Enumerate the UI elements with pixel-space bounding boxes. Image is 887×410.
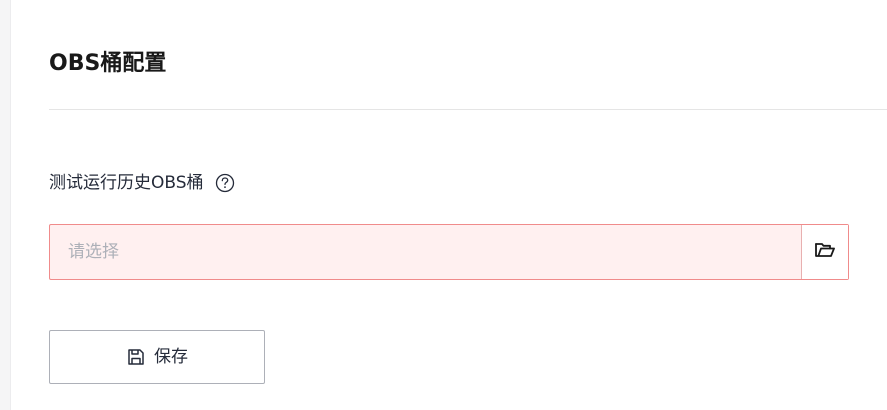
title-divider: [49, 109, 887, 110]
question-circle-icon[interactable]: [214, 172, 236, 194]
browse-bucket-button[interactable]: [801, 225, 848, 279]
obs-bucket-input[interactable]: [50, 225, 801, 279]
save-button[interactable]: 保存: [49, 330, 265, 384]
save-icon: [126, 347, 146, 367]
obs-config-panel: OBS桶配置 测试运行历史OBS桶 请选择 保存: [11, 0, 887, 410]
obs-bucket-label: 测试运行历史OBS桶: [49, 173, 204, 193]
save-button-label: 保存: [154, 347, 188, 367]
obs-bucket-select[interactable]: [49, 224, 849, 280]
left-rail: [0, 0, 11, 410]
field-label-row: 测试运行历史OBS桶: [49, 171, 236, 195]
folder-open-icon: [814, 240, 836, 264]
section-title: OBS桶配置: [49, 51, 167, 76]
